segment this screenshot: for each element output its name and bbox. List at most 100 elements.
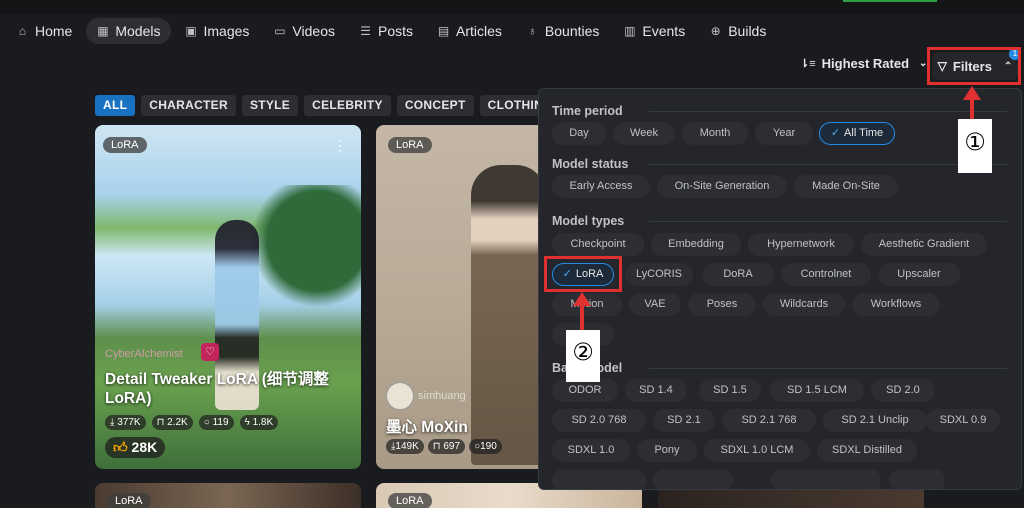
base-sdxl10lcm-chip[interactable]: SDXL 1.0 LCM bbox=[704, 439, 810, 462]
base-sd14-chip[interactable]: SD 1.4 bbox=[625, 379, 687, 402]
status-early-access-chip[interactable]: Early Access bbox=[552, 175, 650, 198]
card-title: 墨心 MoXin bbox=[386, 419, 468, 436]
nav-bounties[interactable]: ♁ Bounties bbox=[516, 18, 609, 44]
category-concept[interactable]: CONCEPT bbox=[396, 95, 474, 116]
base-sdxl10-chip[interactable]: SDXL 1.0 bbox=[552, 439, 630, 462]
base-sd15-chip[interactable]: SD 1.5 bbox=[699, 379, 761, 402]
card-creator[interactable]: CyberAIchemist bbox=[105, 348, 183, 360]
type-embedding-chip[interactable]: Embedding bbox=[651, 233, 741, 256]
category-character[interactable]: CHARACTER bbox=[141, 95, 236, 116]
status-made-onsite-chip[interactable]: Made On-Site bbox=[794, 175, 898, 198]
comment-count: ○ 119 bbox=[198, 415, 234, 430]
time-alltime-chip[interactable]: ✓ All Time bbox=[819, 122, 895, 145]
sort-bar: ⇂≡ Highest Rated ⌄ ▽ Filters ⌃ bbox=[0, 48, 1024, 84]
time-week-chip[interactable]: Week bbox=[613, 122, 675, 145]
check-icon: ✓ bbox=[830, 127, 841, 139]
card-menu-icon[interactable]: ⋮ bbox=[333, 137, 347, 154]
save-count: ⊓ 2.2K bbox=[151, 415, 193, 430]
card-stats: ⤓149K ⊓ 697 ○190 bbox=[386, 439, 502, 454]
card-image-figure bbox=[471, 165, 546, 465]
type-checkpoint-chip[interactable]: Checkpoint bbox=[552, 233, 644, 256]
base-odor-chip[interactable]: ODOR bbox=[552, 379, 618, 402]
divider bbox=[649, 111, 1007, 112]
status-onsite-generation-chip[interactable]: On-Site Generation bbox=[657, 175, 787, 198]
download-count: ⤓149K bbox=[386, 439, 424, 454]
base-sdxl09-chip[interactable]: SDXL 0.9 bbox=[926, 409, 1000, 432]
base-sd20-chip[interactable]: SD 2.0 bbox=[871, 379, 935, 402]
arrow-up-icon bbox=[963, 86, 981, 100]
image-icon: ▣ bbox=[185, 24, 197, 38]
model-card[interactable]: LoRA ⋮ CyberAIchemist ♡ Detail Tweaker L… bbox=[95, 125, 361, 469]
download-count: ⤓ 377K bbox=[105, 415, 146, 430]
arrow-shaft bbox=[580, 305, 584, 330]
base-more-chip[interactable] bbox=[552, 469, 646, 489]
card-type-badge: LoRA bbox=[388, 493, 432, 508]
nav-posts[interactable]: ☰ Posts bbox=[349, 18, 423, 44]
base-sd20-768-chip[interactable]: SD 2.0 768 bbox=[552, 409, 646, 432]
article-icon: ▤ bbox=[437, 24, 450, 38]
nav-builds[interactable]: ⊕ Builds bbox=[699, 18, 776, 44]
creator-avatar[interactable] bbox=[386, 382, 414, 410]
nav-articles[interactable]: ▤ Articles bbox=[427, 18, 512, 44]
like-pill[interactable]: 👍︎ 28K bbox=[105, 437, 166, 458]
type-vae-chip[interactable]: VAE bbox=[629, 293, 681, 316]
type-aesthetic-gradient-chip[interactable]: Aesthetic Gradient bbox=[861, 233, 987, 256]
nav-builds-label: Builds bbox=[728, 23, 767, 39]
category-celebrity[interactable]: CELEBRITY bbox=[304, 95, 391, 116]
time-year-chip[interactable]: Year bbox=[755, 122, 813, 145]
sort-dropdown[interactable]: ⇂≡ Highest Rated ⌄ bbox=[800, 56, 927, 71]
top-accent-line bbox=[843, 0, 937, 2]
card-image-trees bbox=[245, 185, 361, 325]
top-strip bbox=[0, 0, 1024, 14]
arrow-up-icon bbox=[573, 292, 591, 306]
divider bbox=[649, 221, 1007, 222]
base-more-chip[interactable] bbox=[771, 469, 881, 489]
filters-highlight-box bbox=[927, 47, 1021, 85]
nav-images-label: Images bbox=[203, 23, 250, 39]
time-day-chip[interactable]: Day bbox=[552, 122, 606, 145]
model-status-title: Model status bbox=[552, 157, 629, 171]
buzz-count: ϟ 1.8K bbox=[239, 415, 279, 430]
nav-events[interactable]: ▥ Events bbox=[613, 18, 695, 44]
type-upscaler-chip[interactable]: Upscaler bbox=[878, 263, 960, 286]
nav-home[interactable]: ⌂ Home bbox=[6, 18, 82, 44]
model-types-title: Model types bbox=[552, 214, 625, 228]
type-workflows-chip[interactable]: Workflows bbox=[852, 293, 940, 316]
base-more-chip[interactable] bbox=[653, 469, 733, 489]
type-lycoris-chip[interactable]: LyCORIS bbox=[625, 263, 693, 286]
nav-images[interactable]: ▣ Images bbox=[175, 18, 260, 44]
time-period-title: Time period bbox=[552, 104, 623, 118]
base-more-chip[interactable] bbox=[889, 469, 945, 489]
like-count: 28K bbox=[131, 439, 158, 455]
time-alltime-label: All Time bbox=[844, 127, 884, 139]
type-wildcards-chip[interactable]: Wildcards bbox=[763, 293, 845, 316]
base-sd15lcm-chip[interactable]: SD 1.5 LCM bbox=[770, 379, 864, 402]
type-dora-chip[interactable]: DoRA bbox=[702, 263, 774, 286]
base-pony-chip[interactable]: Pony bbox=[637, 439, 697, 462]
type-poses-chip[interactable]: Poses bbox=[688, 293, 756, 316]
posts-icon: ☰ bbox=[360, 24, 371, 38]
category-style[interactable]: STYLE bbox=[241, 95, 299, 116]
card-title: Detail Tweaker LoRA (细节调整 LoRA) bbox=[105, 371, 329, 407]
type-controlnet-chip[interactable]: Controlnet bbox=[781, 263, 871, 286]
card-creator[interactable]: simhuang bbox=[418, 390, 466, 402]
save-count: ⊓ 697 bbox=[427, 439, 466, 454]
card-type-badge: LoRA bbox=[103, 137, 147, 153]
type-hypernetwork-chip[interactable]: Hypernetwork bbox=[748, 233, 854, 256]
lora-highlight-box bbox=[544, 256, 622, 292]
main-nav: ⌂ Home ▦ Models ▣ Images ▭ Videos ☰ Posts ▤ Ar… bbox=[0, 14, 1024, 48]
category-all[interactable]: ALL bbox=[95, 95, 136, 116]
model-card[interactable]: LoRA simhuang 墨心 MoXin ⤓149K ⊓ 697 ○190 bbox=[376, 125, 546, 469]
base-sd21-768-chip[interactable]: SD 2.1 768 bbox=[722, 409, 816, 432]
arrow-shaft bbox=[970, 99, 974, 119]
annotation-step-2: ② bbox=[566, 330, 600, 382]
model-card[interactable]: LoRA bbox=[95, 483, 361, 508]
annotation-step-1: ① bbox=[958, 119, 992, 173]
nav-posts-label: Posts bbox=[377, 23, 413, 39]
nav-videos[interactable]: ▭ Videos bbox=[263, 18, 345, 44]
base-sdxl-distilled-chip[interactable]: SDXL Distilled bbox=[817, 439, 917, 462]
base-sd21-chip[interactable]: SD 2.1 bbox=[653, 409, 715, 432]
nav-models[interactable]: ▦ Models bbox=[86, 18, 171, 44]
time-month-chip[interactable]: Month bbox=[682, 122, 748, 145]
base-sd21-unclip-chip[interactable]: SD 2.1 Unclip bbox=[823, 409, 927, 432]
